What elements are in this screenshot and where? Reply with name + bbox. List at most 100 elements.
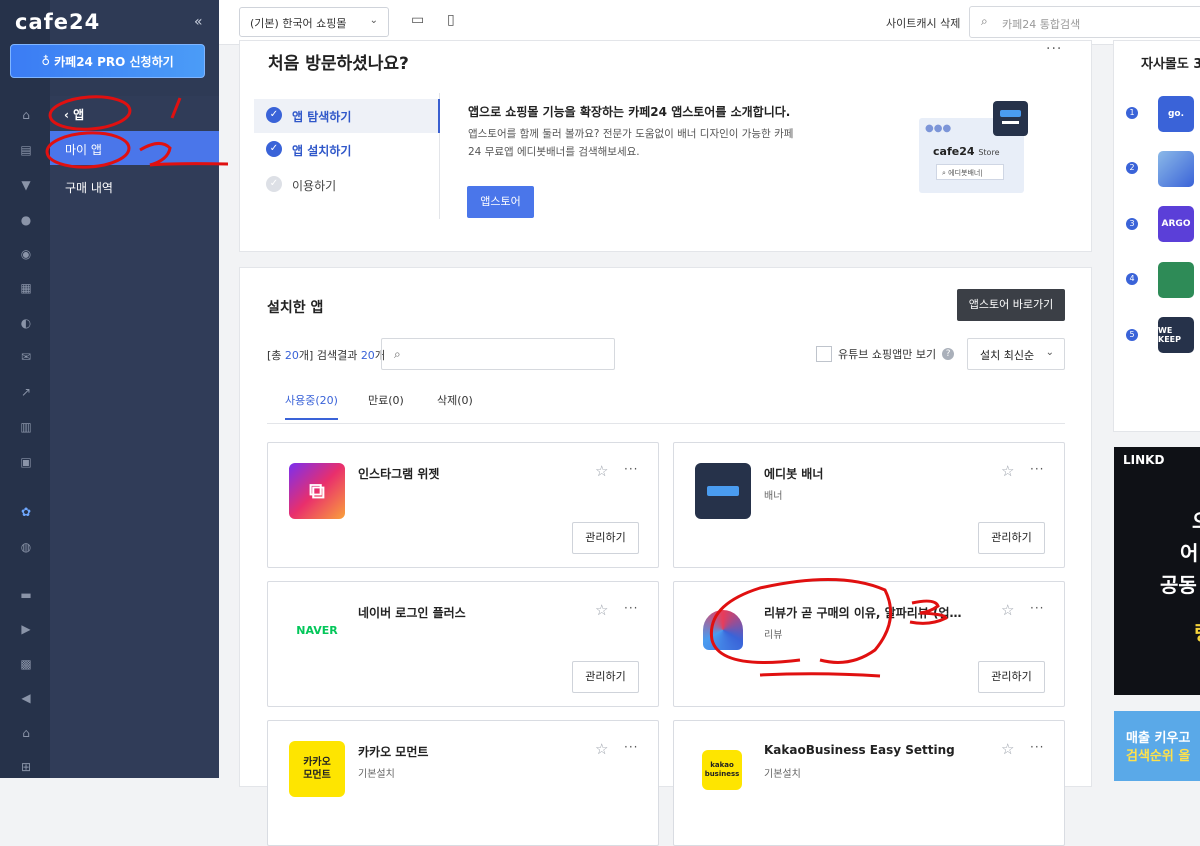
- megaphone-icon[interactable]: ◀: [18, 691, 34, 705]
- illustration-logo: cafe24 Store: [933, 145, 1000, 158]
- rank-logo[interactable]: [1158, 262, 1194, 298]
- illustration-store: Store: [978, 148, 1000, 157]
- rank-logo[interactable]: [1158, 151, 1194, 187]
- submenu-back-button[interactable]: ‹ 앱: [50, 96, 219, 130]
- stats-icon[interactable]: ▥: [18, 420, 34, 434]
- submenu-item-purchases[interactable]: 구매 내역: [50, 169, 219, 203]
- onboarding-steps: ✓ 앱 탐색하기 ✓ 앱 설치하기 ✓ 이용하기: [254, 93, 440, 219]
- more-icon[interactable]: ···: [624, 740, 638, 754]
- step-label: 앱 설치하기: [292, 144, 352, 158]
- more-icon[interactable]: ···: [624, 601, 638, 615]
- chart-icon[interactable]: ↗: [18, 385, 34, 399]
- total-count: 20: [284, 349, 299, 362]
- more-icon[interactable]: ···: [624, 462, 638, 476]
- site-cache-delete-link[interactable]: 사이트캐시 삭제: [886, 15, 960, 31]
- help-icon[interactable]: ?: [942, 348, 955, 360]
- intro-description: 앱스토어를 함께 둘러 볼까요? 전문가 도움없이 배너 디자인이 가능한 카페…: [468, 128, 794, 158]
- chevron-down-icon: ⌄: [1045, 347, 1054, 358]
- manage-button[interactable]: 관리하기: [572, 522, 639, 554]
- sort-value: 설치 최신순: [980, 349, 1035, 362]
- more-icon[interactable]: ···: [1030, 601, 1044, 615]
- shop-icon[interactable]: ▩: [18, 657, 34, 671]
- seo-ad-banner[interactable]: 매출 키우고 검색순위 올: [1114, 711, 1200, 781]
- recommend-card: 자사몰도 3 1 go. 2 3 ARGO 4 5 WE KEEP: [1113, 40, 1200, 432]
- app-search-input[interactable]: ⌕: [381, 338, 615, 370]
- mobile-icon[interactable]: ▯: [447, 12, 455, 28]
- promotion-icon[interactable]: ✉: [18, 350, 34, 364]
- step-install[interactable]: ✓ 앱 설치하기: [254, 133, 440, 167]
- collapse-sidebar-icon[interactable]: «: [194, 14, 203, 30]
- star-icon[interactable]: ☆: [1001, 740, 1014, 758]
- top-bar: (기본) 한국어 쇼핑몰 ⌄ ▭ ▯ 사이트캐시 삭제 ⌕ 카페24 통합검색: [219, 0, 1200, 45]
- app-name: 카카오 모먼트: [358, 745, 429, 759]
- robot-icon: [993, 101, 1028, 136]
- alpha-review-icon: [695, 602, 751, 658]
- app-card[interactable]: ⧉ 인스타그램 위젯 ☆ ··· 관리하기: [267, 442, 659, 568]
- rank-logo[interactable]: go.: [1158, 96, 1194, 132]
- tab-deleted[interactable]: 삭제(0): [437, 392, 473, 418]
- chat-icon[interactable]: ◉: [18, 247, 34, 261]
- desktop-icon[interactable]: ▭: [411, 12, 424, 28]
- illustration-search-text: 에디봇배너|: [948, 169, 983, 177]
- linkd-ad-banner[interactable]: LINKD 오 어 공동 링: [1114, 447, 1200, 695]
- step-label: 이용하기: [292, 179, 337, 193]
- more-icon[interactable]: ···: [1030, 462, 1044, 476]
- submenu-item-my-apps[interactable]: 마이 앱: [50, 131, 219, 165]
- app-name: 에디봇 배너: [764, 467, 824, 481]
- app-name: 네이버 로그인 플러스: [358, 606, 466, 620]
- app-icon[interactable]: ✿: [18, 505, 34, 519]
- appstore-button[interactable]: 앱스토어: [467, 186, 534, 218]
- more-icon[interactable]: ···: [1030, 740, 1044, 754]
- badge-icon: ♁: [41, 54, 51, 68]
- search-icon: ⌕: [981, 14, 988, 28]
- more-icon[interactable]: ···: [1046, 41, 1062, 57]
- global-search-input[interactable]: ⌕ 카페24 통합검색: [969, 6, 1200, 38]
- app-card[interactable]: 카카오 모먼트 카카오 모먼트 기본설치 ☆ ···: [267, 720, 659, 846]
- tab-expired[interactable]: 만료(0): [368, 392, 404, 418]
- home-icon[interactable]: ⌂: [18, 108, 34, 122]
- shop-selector-value: (기본) 한국어 쇼핑몰: [250, 17, 347, 30]
- truck-icon[interactable]: ▬: [18, 588, 34, 602]
- app-submenu: ‹ 앱 마이 앱 구매 내역: [50, 96, 219, 778]
- more-apps-icon[interactable]: ⊞: [18, 760, 34, 774]
- go-to-appstore-button[interactable]: 앱스토어 바로가기: [957, 289, 1065, 321]
- chevron-down-icon: ⌄: [369, 15, 378, 26]
- rank-logo[interactable]: WE KEEP: [1158, 317, 1194, 353]
- manage-button[interactable]: 관리하기: [572, 661, 639, 693]
- user-icon[interactable]: ●: [18, 213, 34, 227]
- rank-logo[interactable]: ARGO: [1158, 206, 1194, 242]
- manage-button[interactable]: 관리하기: [978, 661, 1045, 693]
- step-use[interactable]: ✓ 이용하기: [254, 168, 440, 202]
- board-icon[interactable]: ▦: [18, 281, 34, 295]
- youtube-filter[interactable]: 유튜브 쇼핑앱만 보기 ?: [816, 346, 955, 362]
- star-icon[interactable]: ☆: [1001, 462, 1014, 480]
- check-icon: ✓: [266, 141, 282, 157]
- excel-icon[interactable]: ▣: [18, 455, 34, 469]
- sort-select[interactable]: 설치 최신순 ⌄: [967, 338, 1065, 370]
- youtube-icon[interactable]: ▶: [18, 622, 34, 636]
- check-icon: ✓: [266, 107, 282, 123]
- rank-badge: 3: [1126, 218, 1138, 230]
- global-icon[interactable]: ◍: [18, 540, 34, 554]
- app-card[interactable]: 리뷰가 곧 구매의 이유, 알파리뷰 (업… 리뷰 ☆ ··· 관리하기: [673, 581, 1065, 707]
- star-icon[interactable]: ☆: [595, 740, 608, 758]
- shop-selector[interactable]: (기본) 한국어 쇼핑몰 ⌄: [239, 7, 389, 37]
- pro-apply-button[interactable]: ♁ 카페24 PRO 신청하기: [10, 44, 205, 78]
- app-card[interactable]: NAVER 네이버 로그인 플러스 ☆ ··· 관리하기: [267, 581, 659, 707]
- youtube-filter-checkbox[interactable]: [816, 346, 832, 362]
- app-card[interactable]: 에디봇 배너 배너 ☆ ··· 관리하기: [673, 442, 1065, 568]
- shirt-icon[interactable]: ▼: [18, 178, 34, 192]
- palette-icon[interactable]: ◐: [18, 316, 34, 330]
- cart-icon[interactable]: ▤: [18, 143, 34, 157]
- manage-button[interactable]: 관리하기: [978, 522, 1045, 554]
- step-explore[interactable]: ✓ 앱 탐색하기: [254, 99, 440, 133]
- star-icon[interactable]: ☆: [595, 601, 608, 619]
- installed-apps-title: 설치한 앱: [267, 300, 324, 316]
- star-icon[interactable]: ☆: [1001, 601, 1014, 619]
- recommend-title: 자사몰도 3: [1141, 57, 1200, 72]
- app-card[interactable]: kakao business KakaoBusiness Easy Settin…: [673, 720, 1065, 846]
- tab-active[interactable]: 사용중(20): [285, 392, 338, 420]
- cafe24-logo[interactable]: cafe24: [15, 10, 100, 34]
- market-icon[interactable]: ⌂: [18, 726, 34, 740]
- star-icon[interactable]: ☆: [595, 462, 608, 480]
